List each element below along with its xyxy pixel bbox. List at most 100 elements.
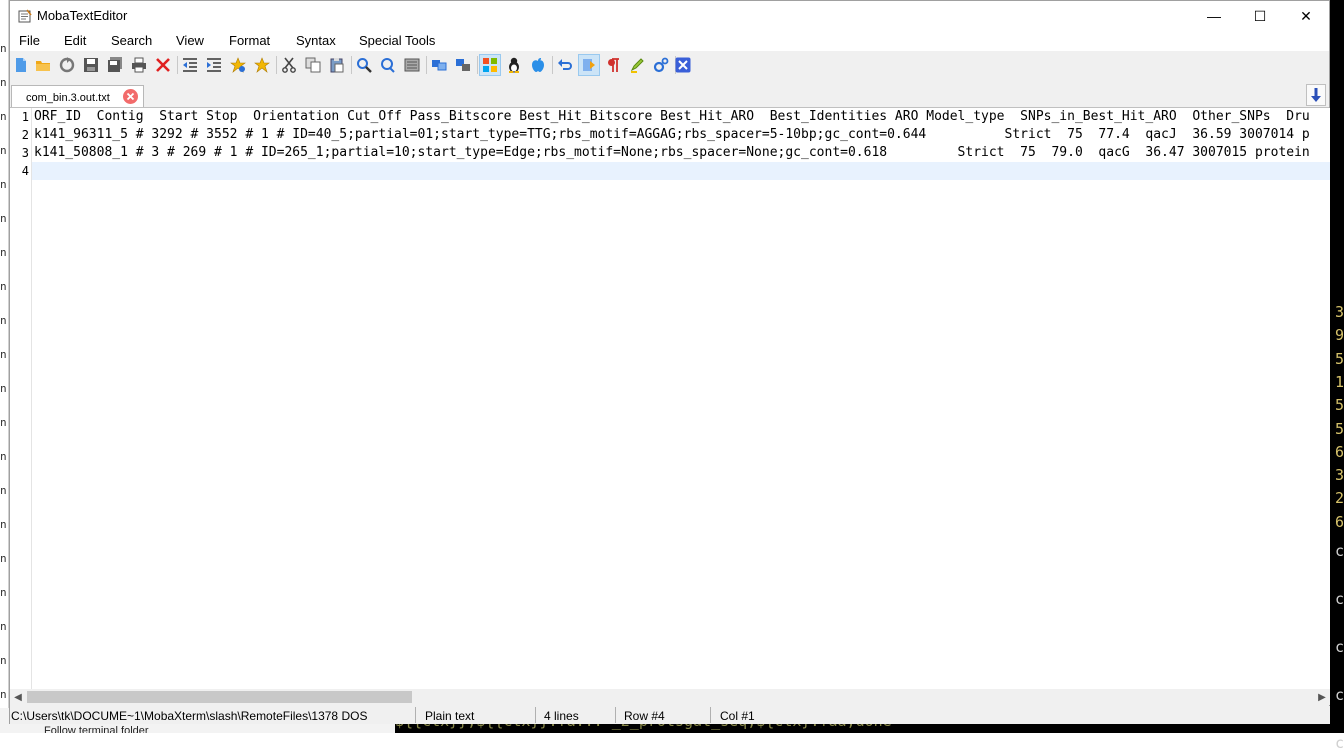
background-char: c <box>1335 542 1344 560</box>
find-button[interactable] <box>353 54 375 76</box>
mac-eol-button[interactable] <box>527 54 549 76</box>
compare-button[interactable] <box>428 54 450 76</box>
cut-button[interactable] <box>278 54 300 76</box>
toolbar-separator <box>177 56 178 74</box>
cut-icon <box>282 57 296 73</box>
toolbar-separator <box>552 56 553 74</box>
line-number: 4 <box>21 164 29 178</box>
background-char: 5 <box>1335 349 1344 368</box>
status-separator <box>415 707 416 723</box>
background-char: n <box>0 246 7 259</box>
menu-edit[interactable]: Edit <box>64 33 86 48</box>
scroll-right-arrow[interactable]: ▶ <box>1314 689 1330 705</box>
text-line[interactable]: ORF_ID Contig Start Stop Orientation Cut… <box>34 108 1310 126</box>
paste-button[interactable] <box>326 54 348 76</box>
close-file-button[interactable] <box>152 54 174 76</box>
background-char: n <box>0 620 7 633</box>
background-char: n <box>0 314 7 327</box>
menu-syntax[interactable]: Syntax <box>296 33 336 48</box>
tab-label: com_bin.3.out.txt <box>26 92 110 104</box>
save-icon <box>84 58 98 72</box>
save-all-button[interactable] <box>104 54 126 76</box>
text-editor-area[interactable]: 1 2 3 4 ORF_ID Contig Start Stop Orienta… <box>10 108 1330 689</box>
unindent-button[interactable] <box>179 54 201 76</box>
word-wrap-button[interactable] <box>578 54 600 76</box>
background-char: n <box>0 110 7 123</box>
background-char: c <box>1335 590 1344 608</box>
open-file-button[interactable] <box>32 54 54 76</box>
undo-icon <box>558 59 572 70</box>
goto-icon <box>404 58 420 72</box>
menu-format[interactable]: Format <box>229 33 270 48</box>
settings-icon <box>653 57 669 73</box>
background-char: 2 <box>1335 489 1344 508</box>
find-replace-icon <box>381 58 395 73</box>
close-tab-icon <box>126 92 135 101</box>
copy-button[interactable] <box>302 54 324 76</box>
bookmark-next-button[interactable] <box>251 54 273 76</box>
line-number: 3 <box>21 146 29 160</box>
minimize-icon: — <box>1207 8 1221 24</box>
tab-close-button[interactable] <box>123 89 138 104</box>
background-char: n <box>0 416 7 429</box>
menu-search[interactable]: Search <box>111 33 152 48</box>
linux-eol-button[interactable] <box>503 54 525 76</box>
indent-icon <box>207 58 221 72</box>
close-file-icon <box>156 58 170 72</box>
background-char: c <box>1335 686 1344 704</box>
toolbar-separator <box>426 56 427 74</box>
status-column: Col #1 <box>720 709 755 723</box>
highlight-icon <box>630 58 644 73</box>
bookmark-button[interactable] <box>227 54 249 76</box>
background-char: c <box>1335 734 1344 752</box>
background-follow-folder-label: Follow terminal folder <box>44 725 149 733</box>
horizontal-scrollbar[interactable]: ◀ ▶ <box>10 689 1330 705</box>
minimize-button[interactable]: — <box>1191 1 1237 31</box>
tab-bar: com_bin.3.out.txt <box>10 81 1329 108</box>
background-char: c <box>1335 638 1344 656</box>
windows-eol-button[interactable] <box>479 54 501 76</box>
background-char: 3 <box>1335 466 1344 485</box>
background-char: n <box>0 654 7 667</box>
highlight-button[interactable] <box>626 54 648 76</box>
mobatexteditor-window: MobaTextEditor — ☐ ✕ File Edit Search Vi… <box>9 0 1330 724</box>
find-replace-button[interactable] <box>377 54 399 76</box>
arrow-down-icon <box>1311 88 1321 102</box>
background-char: n <box>0 348 7 361</box>
notepad-app-icon <box>18 9 32 23</box>
horizontal-scroll-thumb[interactable] <box>27 691 412 703</box>
background-char: n <box>0 552 7 565</box>
maximize-button[interactable]: ☐ <box>1237 1 1283 31</box>
reload-icon <box>59 57 75 73</box>
print-button[interactable] <box>128 54 150 76</box>
window-title: MobaTextEditor <box>37 8 128 23</box>
save-button[interactable] <box>80 54 102 76</box>
current-line-highlight <box>32 162 1330 180</box>
menu-view[interactable]: View <box>176 33 204 48</box>
tab-list-button[interactable] <box>1306 84 1326 106</box>
tab-com-bin-3-out[interactable]: com_bin.3.out.txt <box>11 85 144 107</box>
scroll-left-arrow[interactable]: ◀ <box>10 689 26 705</box>
compare-icon <box>432 60 447 71</box>
line-number-gutter: 1 2 3 4 <box>10 108 32 689</box>
settings-button[interactable] <box>650 54 672 76</box>
new-file-button[interactable] <box>10 54 32 76</box>
undo-button[interactable] <box>554 54 576 76</box>
unindent-icon <box>183 58 197 72</box>
close-window-button[interactable]: ✕ <box>1283 1 1329 31</box>
bookmark-next-icon <box>254 57 270 73</box>
menu-file[interactable]: File <box>19 33 40 48</box>
text-line[interactable]: k141_50808_1 # 3 # 269 # 1 # ID=265_1;pa… <box>34 144 1310 162</box>
goto-button[interactable] <box>401 54 423 76</box>
reload-button[interactable] <box>56 54 78 76</box>
background-char: n <box>0 450 7 463</box>
indent-button[interactable] <box>203 54 225 76</box>
line-number: 2 <box>21 128 29 142</box>
line-number: 1 <box>21 110 29 124</box>
background-char: 3 <box>1335 303 1344 321</box>
text-line[interactable]: k141_96311_5 # 3292 # 3552 # 1 # ID=40_5… <box>34 126 1310 144</box>
exit-button[interactable] <box>672 54 694 76</box>
show-symbols-button[interactable] <box>602 54 624 76</box>
merge-button[interactable] <box>452 54 474 76</box>
menu-special-tools[interactable]: Special Tools <box>359 33 435 48</box>
